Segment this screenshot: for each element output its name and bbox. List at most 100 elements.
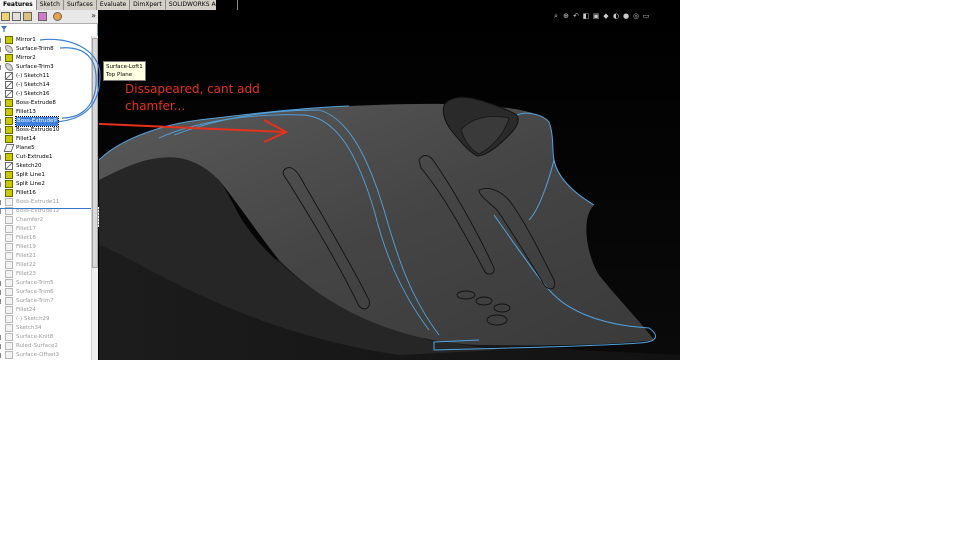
tree-annotation-curves [39, 38, 101, 123]
tree-item-fillet17[interactable]: Fillet17 [0, 225, 91, 234]
tree-item-split-line1[interactable]: Split Line1 [0, 171, 91, 180]
sketch-icon [5, 324, 13, 332]
split-line-icon [5, 171, 13, 179]
expand-toggle-icon[interactable] [0, 200, 4, 205]
section-view-icon[interactable]: ◧ [582, 12, 590, 20]
feature-manager-tab-icon[interactable] [1, 12, 10, 21]
tree-item-label: Surface-Trim7 [16, 298, 54, 304]
surface-trim-icon [5, 288, 13, 296]
tree-item-fillet21[interactable]: Fillet21 [0, 252, 91, 261]
fillet-icon [5, 270, 13, 278]
tree-item-label: Fillet23 [16, 271, 36, 277]
heads-up-view-toolbar: ⌕ ⊕ ↶ ◧ ▣ ◆ ◐ ● ◎ ▭ [552, 12, 650, 22]
chamfer-icon [5, 216, 13, 224]
tree-item-label: Sketch34 [16, 325, 42, 331]
annotation-line-1: Dissapeared, cant add [125, 82, 260, 96]
tree-item-fillet23[interactable]: Fillet23 [0, 270, 91, 279]
chevron-right-icon[interactable]: » [91, 11, 96, 21]
tab-solidworks-add-ins[interactable]: SOLIDWORKS Add-Ins [166, 0, 238, 10]
tree-item-surface-trim7[interactable]: Surface-Trim7 [0, 297, 91, 306]
hide-show-icon[interactable]: ◐ [612, 12, 620, 20]
command-manager-tabs: Features Sketch Surfaces Evaluate DimXpert SO… [0, 0, 238, 10]
model-view [99, 10, 680, 360]
ruled-surface-icon [5, 342, 13, 350]
display-manager-tab-icon[interactable] [53, 12, 62, 21]
tab-dimxpert[interactable]: DimXpert [130, 0, 166, 10]
feature-manager-toolbar: » [0, 10, 98, 24]
fillet-icon [5, 243, 13, 251]
annotation-line-2: chamfer... [125, 99, 186, 113]
fillet-icon [5, 189, 13, 197]
tree-item-ruled-surface2[interactable]: Ruled-Surface2 [0, 342, 91, 351]
tree-item-label: Surface-Knit8 [16, 334, 54, 340]
dimxpert-manager-tab-icon[interactable] [38, 12, 47, 21]
tab-surfaces[interactable]: Surfaces [64, 0, 97, 10]
tree-item-split-line2[interactable]: Split Line2 [0, 180, 91, 189]
zoom-area-icon[interactable]: ⊕ [562, 12, 570, 20]
fillet-icon [5, 306, 13, 314]
tree-item-label: Boss-Extrude11 [16, 199, 60, 205]
tree-item-label: Fillet18 [16, 235, 36, 241]
sketch-icon [5, 315, 13, 323]
tree-item-label: Surface-Trim5 [16, 280, 54, 286]
tree-item-fillet22[interactable]: Fillet22 [0, 261, 91, 270]
graphics-viewport[interactable]: ⌕ ⊕ ↶ ◧ ▣ ◆ ◐ ● ◎ ▭ Dissapeared, cant add chamfer… [99, 10, 680, 360]
feature-tooltip: Surface-Loft1 Top Plane [103, 61, 146, 81]
fillet-icon [5, 234, 13, 242]
display-style-icon[interactable]: ◆ [602, 12, 610, 20]
zoom-to-fit-icon[interactable]: ⌕ [552, 12, 560, 20]
tree-item-label: (-) Sketch29 [16, 316, 50, 322]
surface-knit-icon [5, 333, 13, 341]
tree-item-surface-trim5[interactable]: Surface-Trim5 [0, 279, 91, 288]
tree-item-label: Split Line2 [16, 181, 45, 187]
fillet-icon [5, 252, 13, 260]
expand-toggle-icon[interactable] [0, 290, 4, 295]
tree-item-fillet16[interactable]: Fillet16 [0, 189, 91, 198]
tooltip-line-1: Surface-Loft1 [106, 64, 143, 70]
tree-item-boss-extrude11[interactable]: Boss-Extrude11 [0, 198, 91, 207]
annotation-note: Dissapeared, cant add chamfer... [125, 81, 265, 115]
tree-item-fillet24[interactable]: Fillet24 [0, 306, 91, 315]
tree-item-label: Fillet22 [16, 262, 36, 268]
tree-item-label: Fillet19 [16, 244, 36, 250]
previous-view-icon[interactable]: ↶ [572, 12, 580, 20]
tree-item-label: Surface-Offset3 [16, 352, 60, 358]
fillet-icon [5, 261, 13, 269]
expand-toggle-icon[interactable] [0, 173, 4, 178]
scene-icon[interactable]: ◎ [632, 12, 640, 20]
expand-toggle-icon[interactable] [0, 335, 4, 340]
edit-appearance-icon[interactable]: ● [622, 12, 630, 20]
tab-evaluate[interactable]: Evaluate [97, 0, 131, 10]
property-manager-tab-icon[interactable] [12, 12, 21, 21]
tree-item-fillet19[interactable]: Fillet19 [0, 243, 91, 252]
expand-toggle-icon[interactable] [0, 209, 4, 214]
tree-item-label: Chamfer2 [16, 217, 44, 223]
expand-toggle-icon[interactable] [0, 344, 4, 349]
surface-offset-icon [5, 351, 13, 359]
configuration-manager-tab-icon[interactable] [23, 12, 32, 21]
tree-item-sketch34[interactable]: Sketch34 [0, 324, 91, 333]
fillet-icon [5, 225, 13, 233]
tree-item-surface-offset3[interactable]: Surface-Offset3 [0, 351, 91, 360]
expand-toggle-icon[interactable] [0, 353, 4, 358]
tree-item-label: Fillet17 [16, 226, 36, 232]
boss-extrude-icon [5, 198, 13, 206]
expand-toggle-icon[interactable] [0, 182, 4, 187]
tree-item-surface-trim6[interactable]: Surface-Trim6 [0, 288, 91, 297]
rollback-bar[interactable] [0, 208, 91, 209]
view-settings-icon[interactable]: ▭ [642, 12, 650, 20]
tree-item-surface-knit8[interactable]: Surface-Knit8 [0, 333, 91, 342]
surface-trim-icon [5, 279, 13, 287]
tree-item-chamfer2[interactable]: Chamfer2 [0, 216, 91, 225]
tree-item-label: Fillet16 [16, 190, 36, 196]
expand-toggle-icon[interactable] [0, 299, 4, 304]
tree-item-sketch29[interactable]: (-) Sketch29 [0, 315, 91, 324]
split-line-icon [5, 180, 13, 188]
tree-item-label: Fillet24 [16, 307, 36, 313]
tab-sketch[interactable]: Sketch [37, 0, 64, 10]
expand-toggle-icon[interactable] [0, 281, 4, 286]
view-orientation-icon[interactable]: ▣ [592, 12, 600, 20]
tree-item-label: Split Line1 [16, 172, 45, 178]
tab-features[interactable]: Features [0, 0, 37, 10]
tree-item-fillet18[interactable]: Fillet18 [0, 234, 91, 243]
